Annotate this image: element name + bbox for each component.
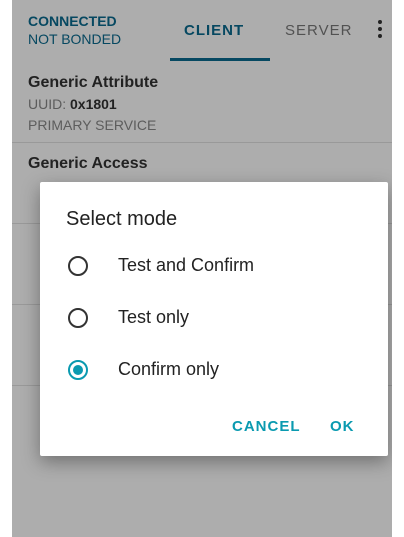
radio-checked-icon[interactable] — [68, 360, 88, 380]
option-label: Test and Confirm — [118, 255, 255, 275]
option-test-only[interactable]: Test only — [40, 296, 388, 344]
radio-unchecked-icon[interactable] — [68, 308, 88, 328]
cancel-button[interactable]: CANCEL — [232, 418, 301, 435]
option-confirm-only[interactable]: Confirm only — [40, 348, 388, 396]
radio-unchecked-icon[interactable] — [68, 256, 88, 276]
option-label: Confirm only — [118, 359, 220, 379]
select-mode-dialog: Select mode Test and Confirm Test only C… — [40, 182, 388, 456]
ok-button[interactable]: OK — [330, 418, 355, 435]
option-test-and-confirm[interactable]: Test and Confirm — [40, 244, 388, 292]
dialog-title: Select mode — [66, 208, 178, 230]
option-label: Test only — [118, 307, 190, 327]
app-screen: CONNECTED NOT BONDED CLIENT SERVER Gener… — [12, 0, 392, 537]
